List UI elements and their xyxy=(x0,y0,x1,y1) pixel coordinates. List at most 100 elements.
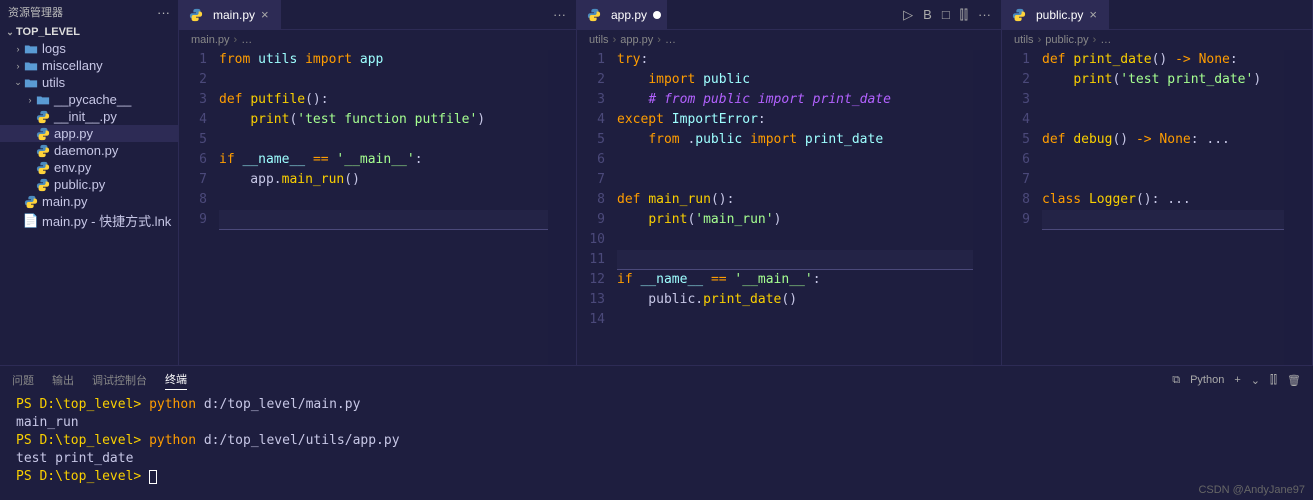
minimap[interactable] xyxy=(1284,50,1312,365)
file-main.py[interactable]: main.py xyxy=(0,193,178,210)
folder-logs[interactable]: ›logs xyxy=(0,40,178,57)
terminal-type-icon[interactable]: ⧉ xyxy=(1172,374,1180,387)
editor-tab[interactable]: main.py × xyxy=(179,0,281,30)
code-line[interactable]: print('test function putfile') xyxy=(219,110,548,130)
more-icon[interactable]: ··· xyxy=(157,5,170,20)
code-line[interactable]: print('main_run') xyxy=(617,210,973,230)
file-app.py[interactable]: app.py xyxy=(0,125,178,142)
file-main.py - 快捷方式.lnk[interactable]: 📄main.py - 快捷方式.lnk xyxy=(0,210,178,231)
terminal-line: PS D:\top_level> python d:/top_level/mai… xyxy=(16,396,1297,414)
folder-miscellany[interactable]: ›miscellany xyxy=(0,57,178,74)
gutter: 123456789 xyxy=(179,50,219,365)
code-line[interactable]: try: xyxy=(617,50,973,70)
editor-tab[interactable]: app.py xyxy=(577,0,667,30)
code-body[interactable]: try: import public # from public import … xyxy=(617,50,973,365)
editor-pane-main.py: main.py × ··· main.py›…123456789from utils … xyxy=(179,0,577,365)
file-__init__.py[interactable]: __init__.py xyxy=(0,108,178,125)
code-line[interactable] xyxy=(617,230,973,250)
folder-__pycache__[interactable]: ›__pycache__ xyxy=(0,91,178,108)
editor-action-icon[interactable]: ··· xyxy=(978,7,991,23)
code-line[interactable] xyxy=(1042,150,1284,170)
file-env.py[interactable]: env.py xyxy=(0,159,178,176)
editor-action-icon[interactable]: □ xyxy=(942,7,950,23)
editor-pane-app.py: app.py▷B□⫿⫿···utils›app.py›…123456789101… xyxy=(577,0,1002,365)
code-line[interactable] xyxy=(219,70,548,90)
tree-item-label: daemon.py xyxy=(54,143,118,158)
code-line[interactable] xyxy=(1042,170,1284,190)
gutter: 123456789 xyxy=(1002,50,1042,365)
file-public.py[interactable]: public.py xyxy=(0,176,178,193)
dirty-indicator-icon[interactable] xyxy=(653,11,661,19)
code-line[interactable] xyxy=(617,250,973,270)
minimap[interactable] xyxy=(548,50,576,365)
close-icon[interactable]: × xyxy=(1089,7,1103,22)
code-line[interactable]: def putfile(): xyxy=(219,90,548,110)
crumb-segment[interactable]: public.py xyxy=(1045,34,1088,46)
code-body[interactable]: def print_date() -> None: print('test pr… xyxy=(1042,50,1284,365)
breadcrumb[interactable]: utils›app.py›… xyxy=(577,30,1001,50)
tree-item-label: app.py xyxy=(54,126,93,141)
crumb-segment[interactable]: … xyxy=(1100,34,1111,46)
code-line[interactable]: print('test print_date') xyxy=(1042,70,1284,90)
explorer-title: 资源管理器 xyxy=(8,4,63,20)
editor-action-icon[interactable]: ··· xyxy=(553,7,566,22)
code-line[interactable]: def debug() -> None: ... xyxy=(1042,130,1284,150)
workspace-root[interactable]: ⌄ TOP_LEVEL xyxy=(0,24,178,40)
editor-action-icon[interactable]: ⫿⫿ xyxy=(960,7,968,23)
explorer-sidebar: 资源管理器 ··· ⌄ TOP_LEVEL ›logs›miscellany⌄u… xyxy=(0,0,179,365)
breadcrumb[interactable]: utils›public.py›… xyxy=(1002,30,1312,50)
crumb-segment[interactable]: utils xyxy=(589,34,609,46)
tab-label: main.py xyxy=(213,8,255,22)
code-line[interactable] xyxy=(1042,90,1284,110)
split-icon[interactable]: ⫿⫿ xyxy=(1270,374,1277,387)
tree-item-label: main.py - 快捷方式.lnk xyxy=(42,211,171,230)
code-line[interactable] xyxy=(617,150,973,170)
terminal[interactable]: PS D:\top_level> python d:/top_level/mai… xyxy=(0,394,1313,500)
code-line[interactable]: if __name__ == '__main__': xyxy=(219,150,548,170)
add-terminal-icon[interactable]: + xyxy=(1234,374,1240,386)
code-line[interactable] xyxy=(219,190,548,210)
code-line[interactable] xyxy=(219,210,548,230)
minimap[interactable] xyxy=(973,50,1001,365)
code-line[interactable]: app.main_run() xyxy=(219,170,548,190)
panel-tab-调试控制台[interactable]: 调试控制台 xyxy=(92,372,147,388)
panel-tab-输出[interactable]: 输出 xyxy=(52,372,74,388)
breadcrumb[interactable]: main.py›… xyxy=(179,30,576,50)
code-line[interactable]: class Logger(): ... xyxy=(1042,190,1284,210)
crumb-segment[interactable]: … xyxy=(241,34,252,46)
code-line[interactable] xyxy=(219,130,548,150)
editor-action-icon[interactable]: ▷ xyxy=(903,7,913,23)
tree-item-label: __init__.py xyxy=(54,109,117,124)
code-line[interactable]: # from public import print_date xyxy=(617,90,973,110)
crumb-segment[interactable]: main.py xyxy=(191,34,230,46)
file-daemon.py[interactable]: daemon.py xyxy=(0,142,178,159)
tree-item-label: miscellany xyxy=(42,58,103,73)
crumb-segment[interactable]: app.py xyxy=(620,34,653,46)
folder-utils[interactable]: ⌄utils xyxy=(0,74,178,91)
panel-tab-终端[interactable]: 终端 xyxy=(165,371,187,390)
code-line[interactable] xyxy=(1042,110,1284,130)
tree-item-label: env.py xyxy=(54,160,91,175)
code-line[interactable]: import public xyxy=(617,70,973,90)
tree-item-label: __pycache__ xyxy=(54,92,131,107)
code-line[interactable]: from utils import app xyxy=(219,50,548,70)
code-line[interactable]: public.print_date() xyxy=(617,290,973,310)
code-body[interactable]: from utils import app def putfile(): prin… xyxy=(219,50,548,365)
watermark: CSDN @AndyJane97 xyxy=(1198,484,1305,496)
close-icon[interactable]: × xyxy=(261,7,275,22)
editor-action-icon[interactable]: B xyxy=(923,7,932,23)
code-line[interactable]: from .public import print_date xyxy=(617,130,973,150)
trash-icon[interactable]: 🗑 xyxy=(1287,374,1301,387)
crumb-segment[interactable]: utils xyxy=(1014,34,1034,46)
code-line[interactable] xyxy=(617,170,973,190)
code-line[interactable]: def print_date() -> None: xyxy=(1042,50,1284,70)
crumb-segment[interactable]: … xyxy=(665,34,676,46)
editor-tab[interactable]: public.py× xyxy=(1002,0,1109,30)
code-line[interactable]: def main_run(): xyxy=(617,190,973,210)
code-line[interactable] xyxy=(1042,210,1284,230)
code-line[interactable]: except ImportError: xyxy=(617,110,973,130)
code-line[interactable] xyxy=(617,310,973,330)
chevron-down-icon[interactable]: ⌄ xyxy=(1251,374,1260,387)
panel-tab-问题[interactable]: 问题 xyxy=(12,372,34,388)
code-line[interactable]: if __name__ == '__main__': xyxy=(617,270,973,290)
